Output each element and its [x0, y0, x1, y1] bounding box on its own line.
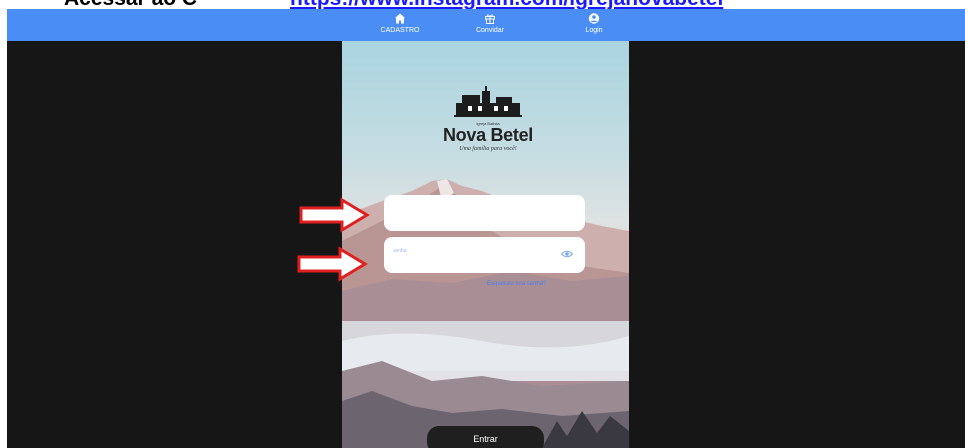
red-arrow-annotation-1	[299, 197, 370, 233]
password-input[interactable]: senha	[384, 237, 585, 273]
enter-button[interactable]: Entrar	[427, 426, 544, 448]
gift-icon	[485, 14, 495, 24]
caption-text: Acessar ao C	[64, 0, 197, 9]
nav-item-login[interactable]: Login	[559, 11, 629, 34]
top-caption: Acessar ao C https://www.instagram.com/i…	[0, 0, 965, 9]
nav-label-login: Login	[585, 27, 603, 34]
caption-link[interactable]: https://www.instagram.com/igrejanovabete…	[290, 0, 723, 9]
logo-name: Nova Betel	[442, 125, 534, 145]
logo-tagline: Uma família para você!	[459, 146, 517, 152]
nav-item-cadastro[interactable]: CADASTRO	[365, 11, 435, 34]
user-circle-icon	[588, 13, 600, 24]
nav-item-convidar[interactable]: Convidar	[455, 11, 525, 34]
page-left-edge	[0, 0, 7, 448]
username-input[interactable]	[384, 195, 585, 231]
mobile-login-screen: Igreja Batista Nova Betel Uma família pa…	[342, 41, 629, 448]
right-background	[629, 41, 965, 448]
red-arrow-annotation-2	[297, 246, 368, 282]
church-logo: Igreja Batista Nova Betel Uma família pa…	[438, 85, 538, 195]
church-building-logo-image	[454, 86, 522, 117]
nav-label-cadastro: CADASTRO	[380, 27, 420, 34]
nav-label-convidar: Convidar	[475, 27, 504, 34]
top-navbar: CADASTRO Convidar Login	[7, 9, 965, 41]
password-placeholder: senha	[393, 248, 407, 254]
home-icon	[395, 13, 405, 24]
left-background	[7, 41, 342, 448]
forgot-password-link[interactable]: Esqueceu sua senha?	[487, 281, 546, 287]
eye-icon[interactable]	[561, 249, 573, 259]
